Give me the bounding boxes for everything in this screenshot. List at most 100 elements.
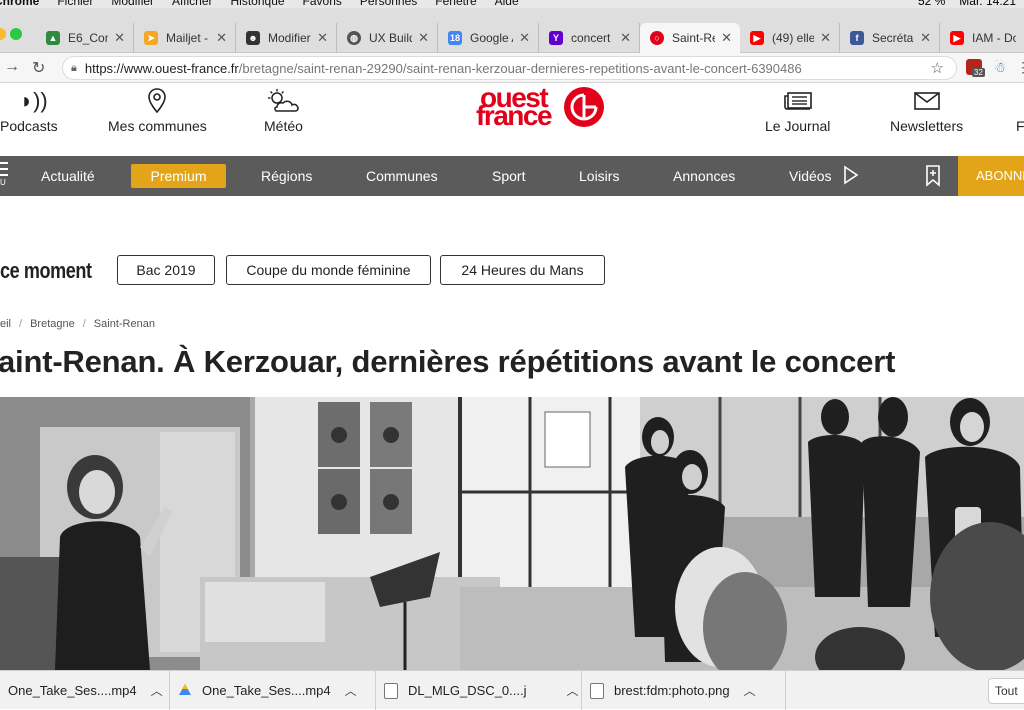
- menu-favoris[interactable]: Favoris: [303, 0, 342, 8]
- chevron-up-icon[interactable]: ︿: [345, 682, 357, 699]
- logo-word-france: france: [476, 100, 553, 131]
- drive-file-icon: [178, 683, 192, 699]
- browser-tab-strip: ▲ E6_Cons ✕ ➤ Mailjet - ✕ ☻ Modifier ✕ ◍…: [0, 8, 1024, 53]
- menu-aide[interactable]: Aide: [495, 0, 519, 8]
- tab-title: Modifier: [268, 31, 311, 45]
- bookmark-star-icon[interactable]: ☆: [931, 59, 944, 77]
- close-icon[interactable]: ✕: [820, 30, 831, 46]
- breadcrumb-home[interactable]: eil: [0, 318, 11, 330]
- ouest-france-icon: ○: [650, 31, 664, 45]
- newsletters-link[interactable]: Newsletters: [890, 87, 963, 134]
- subscribe-button[interactable]: ABONNE: [958, 156, 1024, 196]
- tab-facebook-secretai[interactable]: f Secrétai ✕: [840, 23, 940, 53]
- close-icon[interactable]: ✕: [418, 30, 429, 46]
- tab-title: IAM - Do: [972, 31, 1016, 45]
- chip-coupe-du-monde[interactable]: Coupe du monde féminine: [226, 255, 431, 285]
- nav-loisirs[interactable]: Loisirs: [579, 156, 619, 196]
- podcasts-label: Podcasts: [0, 118, 58, 134]
- downloads-item-name: brest:fdm:photo.png: [614, 683, 730, 698]
- battery-status[interactable]: 52 %: [918, 0, 945, 8]
- menu-afficher[interactable]: Afficher: [172, 0, 212, 8]
- close-icon[interactable]: ✕: [114, 30, 125, 46]
- nav-videos[interactable]: Vidéos: [789, 156, 832, 196]
- nav-premium[interactable]: Premium: [131, 164, 226, 188]
- nav-annonces[interactable]: Annonces: [673, 156, 735, 196]
- reload-icon[interactable]: ↻: [32, 58, 45, 78]
- image-file-icon: [384, 682, 398, 699]
- tab-mailjet[interactable]: ➤ Mailjet - ✕: [134, 23, 236, 53]
- tab-ux-builder[interactable]: ◍ UX Build ✕: [337, 23, 438, 53]
- close-icon[interactable]: ✕: [920, 30, 931, 46]
- close-icon[interactable]: ✕: [620, 30, 631, 46]
- close-icon[interactable]: ✕: [721, 30, 732, 46]
- header-extra-link[interactable]: F: [1016, 87, 1024, 134]
- download-item[interactable]: One_Take_Ses....mp4 ︿: [170, 671, 376, 710]
- tab-modifier[interactable]: ☻ Modifier ✕: [236, 23, 337, 53]
- meteo-link[interactable]: Météo: [264, 87, 303, 134]
- chevron-up-icon[interactable]: ︿: [744, 682, 756, 699]
- menu-personnes[interactable]: Personnes: [360, 0, 417, 8]
- tab-yahoo-concert[interactable]: Y concert ✕: [539, 23, 640, 53]
- person-icon: ☻: [246, 31, 260, 45]
- chevron-up-icon[interactable]: ︿: [151, 682, 163, 699]
- tab-title: Saint-Re: [672, 31, 716, 45]
- breadcrumb: eil / Bretagne / Saint-Renan: [0, 318, 155, 330]
- breadcrumb-bretagne[interactable]: Bretagne: [30, 318, 75, 330]
- image-file-icon: [590, 682, 604, 699]
- chip-24-heures-du-mans[interactable]: 24 Heures du Mans: [440, 255, 605, 285]
- hamburger-menu-icon[interactable]: U: [0, 162, 8, 187]
- close-icon[interactable]: ✕: [317, 30, 328, 46]
- extension-ghost-icon[interactable]: ☃: [992, 59, 1008, 75]
- browser-toolbar: → ↻ 🔒︎ https://www.ouest-france.fr/breta…: [0, 53, 1024, 83]
- play-icon[interactable]: [843, 165, 859, 190]
- minimize-window-button[interactable]: [0, 28, 6, 40]
- podcasts-link[interactable]: ◗)) Podcasts: [0, 87, 58, 134]
- tab-google-agenda[interactable]: 18 Google A ✕: [438, 23, 539, 53]
- tab-title: concert: [571, 31, 611, 45]
- nav-sport[interactable]: Sport: [492, 156, 525, 196]
- bookmark-add-icon[interactable]: [925, 165, 941, 192]
- chevron-up-icon[interactable]: ︿: [567, 682, 579, 699]
- url-host: https://www.ouest-france.fr: [84, 60, 239, 76]
- lock-icon: 🔒︎: [71, 61, 77, 74]
- nav-communes[interactable]: Communes: [366, 156, 438, 196]
- chip-bac-2019[interactable]: Bac 2019: [117, 255, 215, 285]
- tab-youtube-elle[interactable]: ▶ (49) elle ✕: [740, 23, 840, 53]
- newspaper-icon: [783, 87, 812, 115]
- nav-regions[interactable]: Régions: [261, 156, 312, 196]
- menu-historique[interactable]: Historique: [231, 0, 285, 8]
- main-nav-bar: U Actualité Premium Régions Communes Spo…: [0, 156, 1024, 196]
- menu-clock[interactable]: Mar. 14:21: [959, 0, 1016, 8]
- close-icon[interactable]: ✕: [216, 30, 227, 46]
- tab-saint-renan[interactable]: ○ Saint-Re ✕: [640, 23, 740, 53]
- extension-badge: 32: [972, 68, 985, 77]
- site-header: ◗)) Podcasts Mes communes Météo ouest fr…: [0, 83, 1024, 156]
- le-journal-link[interactable]: Le Journal: [765, 87, 830, 134]
- extension-shield-icon[interactable]: 32: [966, 59, 985, 77]
- download-item[interactable]: One_Take_Ses....mp4 ︿: [0, 671, 170, 710]
- zoom-window-button[interactable]: [10, 28, 22, 40]
- drive-icon: ▲: [46, 31, 60, 45]
- tab-drive[interactable]: ▲ E6_Cons ✕: [36, 23, 134, 53]
- nav-actualite[interactable]: Actualité: [41, 156, 95, 196]
- ouest-france-logo[interactable]: ouest france: [476, 84, 606, 131]
- globe-icon: ◍: [347, 31, 361, 45]
- youtube-icon: ▶: [750, 31, 764, 45]
- mes-communes-link[interactable]: Mes communes: [108, 87, 207, 134]
- envelope-icon: [913, 87, 940, 115]
- breadcrumb-saint-renan[interactable]: Saint-Renan: [94, 318, 155, 330]
- mes-communes-label: Mes communes: [108, 118, 207, 134]
- menu-modifier[interactable]: Modifier: [111, 0, 154, 8]
- location-pin-icon: [148, 87, 167, 115]
- download-item[interactable]: brest:fdm:photo.png ︿: [582, 671, 786, 710]
- show-all-downloads-button[interactable]: Tout: [988, 678, 1024, 704]
- close-icon[interactable]: ✕: [519, 30, 530, 46]
- tab-youtube-iam[interactable]: ▶ IAM - Do: [940, 23, 1024, 53]
- forward-arrow-icon[interactable]: →: [4, 58, 20, 76]
- menu-fenetre[interactable]: Fenêtre: [435, 0, 476, 8]
- menu-app-chrome[interactable]: Chrome: [0, 0, 39, 8]
- url-bar[interactable]: 🔒︎ https://www.ouest-france.fr/bretagne/…: [62, 56, 957, 80]
- menu-fichier[interactable]: Fichier: [57, 0, 93, 8]
- download-item[interactable]: DL_MLG_DSC_0....j ︿: [376, 671, 582, 710]
- extension-menu-icon[interactable]: ⋮: [1016, 59, 1024, 75]
